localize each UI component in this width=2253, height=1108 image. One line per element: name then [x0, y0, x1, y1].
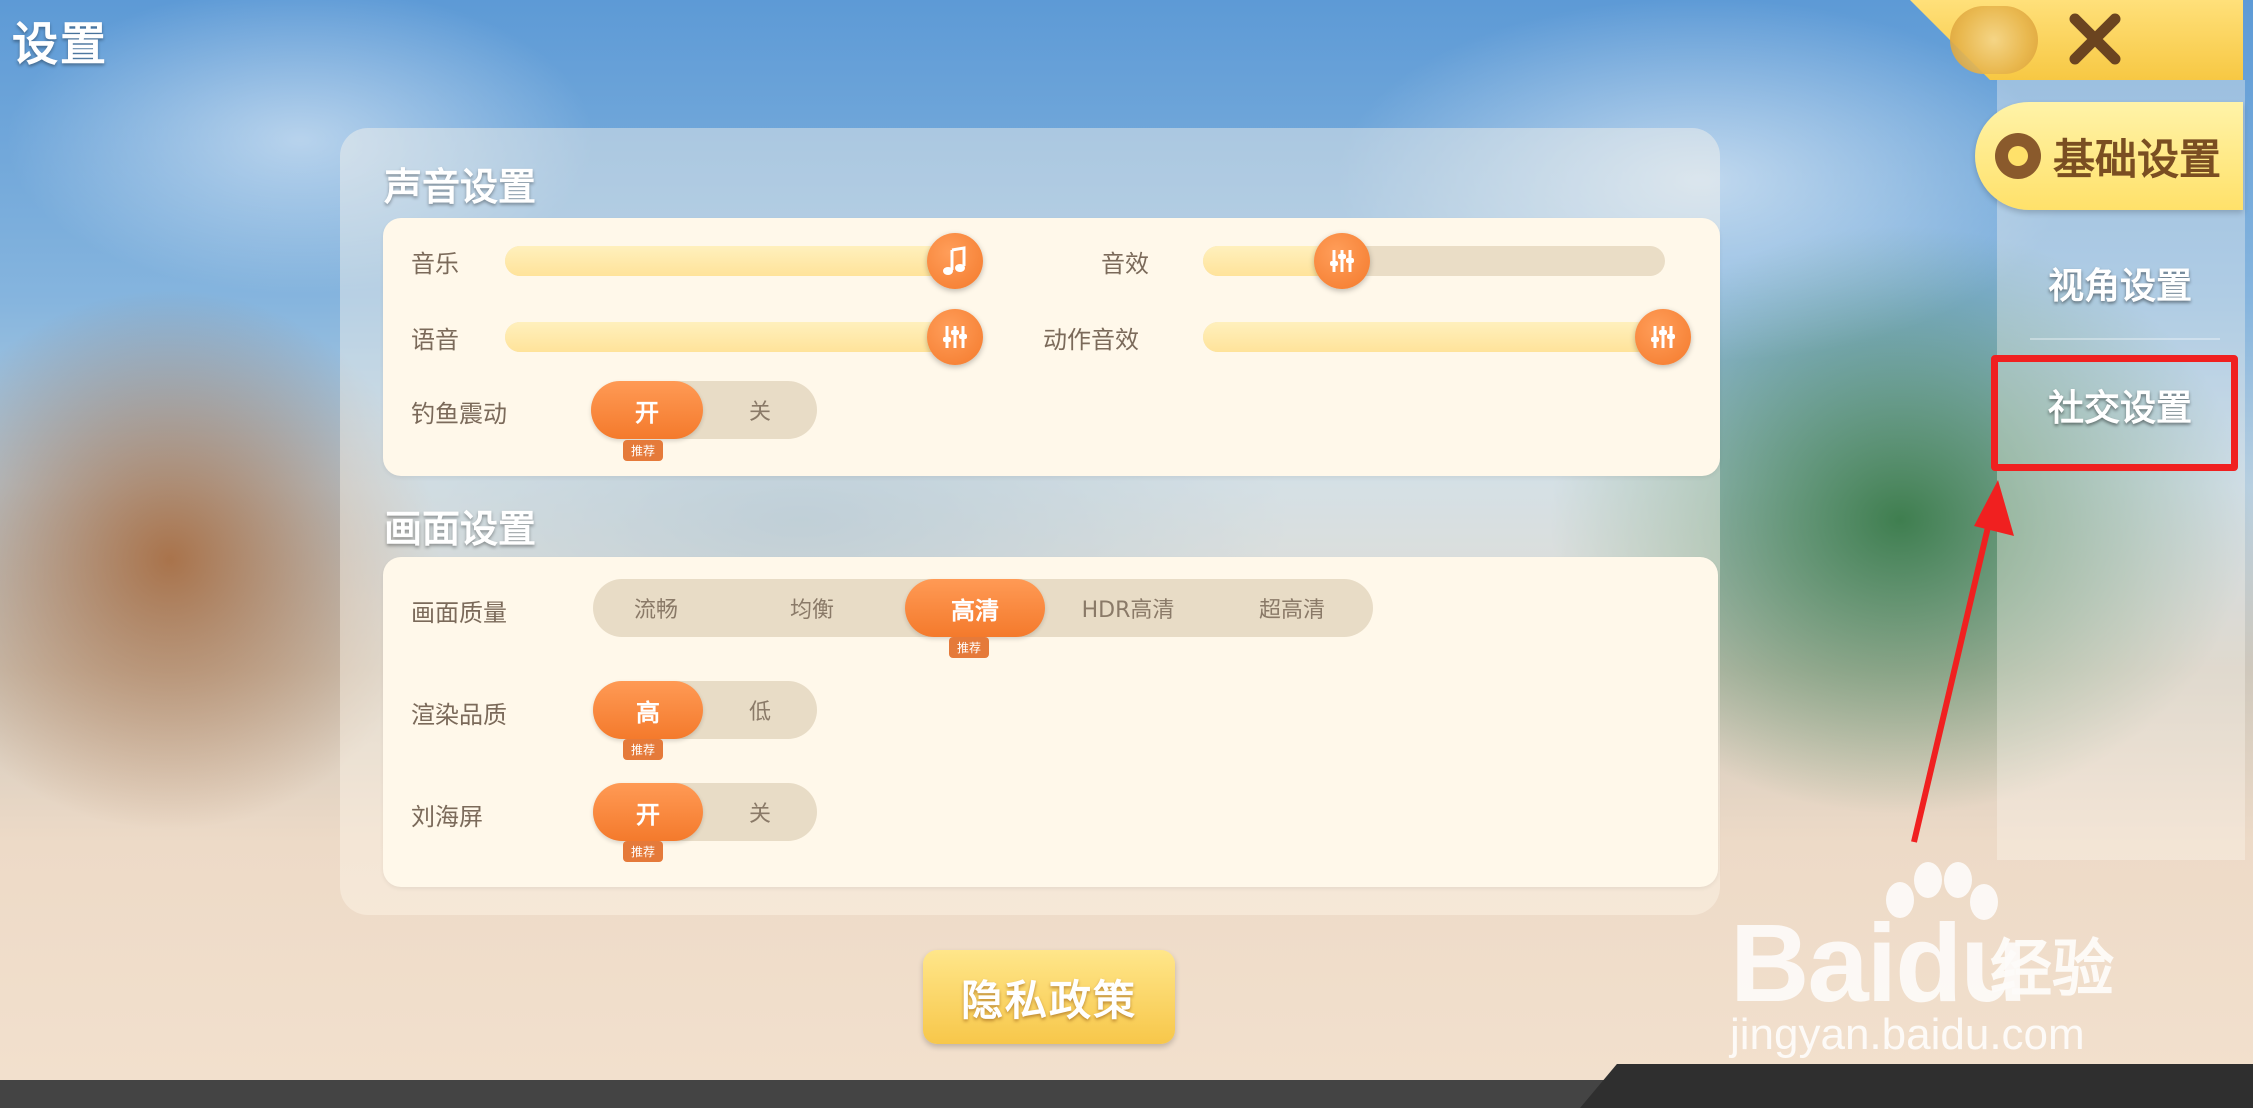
notch-toggle[interactable]: 开 关: [593, 783, 817, 841]
slider-knob[interactable]: [927, 233, 983, 289]
privacy-policy-button[interactable]: 隐私政策: [923, 950, 1175, 1044]
toggle-on[interactable]: 开: [593, 783, 703, 841]
watermark-brand-sub: 经验: [1990, 932, 2115, 1005]
sound-card: 音乐 音效 语音 动作音效 钓鱼震动 开 关 推荐: [383, 218, 1720, 476]
slider-label: 语音: [411, 326, 459, 354]
sfx-slider[interactable]: [1203, 233, 1665, 289]
section-title-display: 画面设置: [384, 507, 537, 551]
sliders-icon: [1651, 326, 1675, 348]
recommended-badge: 推荐: [623, 739, 664, 760]
slider-label: 音效: [1101, 250, 1149, 278]
quality-selector[interactable]: 流畅 均衡 高清 HDR高清 超高清: [593, 579, 1373, 637]
quality-option[interactable]: 流畅: [593, 579, 719, 637]
slider-fill: [505, 322, 955, 352]
quality-option[interactable]: HDR高清: [1045, 579, 1211, 637]
quality-option[interactable]: 高清: [905, 579, 1045, 637]
recommended-badge: 推荐: [949, 637, 990, 658]
avatar: [1950, 6, 2038, 74]
sliders-icon: [1329, 250, 1354, 272]
tab-view-settings[interactable]: 视角设置: [2000, 238, 2240, 328]
close-button[interactable]: [2060, 4, 2130, 74]
slider-label: 音乐: [411, 250, 459, 278]
baidu-watermark: Baidu 经验 jingyan.baidu.com: [1720, 860, 2140, 1070]
notch-label: 刘海屏: [411, 803, 483, 831]
quality-label: 画面质量: [411, 599, 507, 627]
toggle-off[interactable]: 关: [703, 381, 817, 439]
tab-divider: [2030, 338, 2220, 340]
close-icon: [2069, 13, 2121, 65]
bottom-bar-strip: [1580, 1064, 2253, 1108]
arrow-annotation: [1911, 480, 2014, 843]
render-label: 渲染品质: [411, 701, 507, 729]
action-sfx-slider[interactable]: [1203, 309, 1691, 365]
page-title: 设置: [12, 17, 108, 71]
voice-slider[interactable]: [505, 309, 983, 365]
render-quality-toggle[interactable]: 高 低: [593, 681, 817, 739]
sliders-icon: [943, 326, 967, 348]
quality-option[interactable]: 均衡: [719, 579, 905, 637]
recommended-badge: 推荐: [623, 841, 664, 862]
paw-icon: [1995, 133, 2041, 179]
toggle-label: 钓鱼震动: [411, 400, 507, 428]
music-note-icon: [943, 246, 966, 275]
watermark-brand: Baidu: [1730, 902, 2028, 1025]
recommended-badge: 推荐: [623, 440, 664, 461]
slider-fill: [1203, 322, 1663, 352]
highlight-box: [1991, 355, 2238, 471]
slider-label: 动作音效: [1043, 326, 1139, 354]
slider-fill: [505, 246, 955, 276]
toggle-off[interactable]: 关: [703, 783, 817, 841]
tab-label: 基础设置: [2053, 134, 2222, 184]
music-slider[interactable]: [505, 233, 983, 289]
fishing-vibration-toggle[interactable]: 开 关: [591, 381, 817, 439]
toggle-on[interactable]: 开: [591, 381, 703, 439]
tab-basic-settings[interactable]: 基础设置: [1975, 102, 2243, 210]
watermark-url: jingyan.baidu.com: [1730, 1010, 2085, 1059]
slider-knob[interactable]: [1313, 233, 1370, 289]
slider-knob[interactable]: [1635, 309, 1691, 365]
quality-option[interactable]: 超高清: [1211, 579, 1373, 637]
section-title-sound: 声音设置: [384, 165, 537, 209]
display-card: 画面质量 流畅 均衡 高清 HDR高清 超高清 推荐 渲染品质 高 低 推荐 刘…: [383, 557, 1718, 887]
slider-knob[interactable]: [927, 309, 983, 365]
toggle-off[interactable]: 低: [703, 681, 817, 739]
toggle-on[interactable]: 高: [593, 681, 703, 739]
